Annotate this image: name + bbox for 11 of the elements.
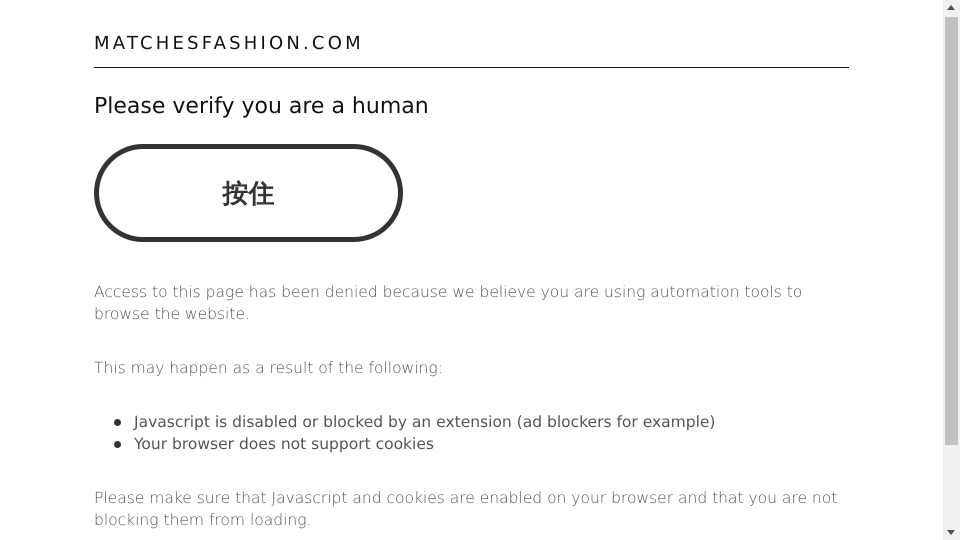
bullet-icon (114, 440, 121, 448)
reasons-intro: This may happen as a result of the following: (94, 358, 443, 379)
press-and-hold-button[interactable]: 按住 (94, 144, 403, 242)
site-logo: MATCHESFASHION.COM (94, 33, 364, 55)
instructions-text: Please make sure that Javascript and cookies are enabled on your browser and that you are not blocking them from loading. (94, 488, 838, 531)
reason-text: Your browser does not support cookies (134, 434, 434, 455)
page-heading: Please verify you are a human (94, 93, 429, 121)
reason-text: Javascript is disabled or blocked by an extension (ad blockers for example) (134, 412, 716, 433)
bullet-icon (114, 418, 121, 426)
denied-message: Access to this page has been denied because we believe you are using automation tools to browse the website. (94, 282, 804, 325)
scrollbar-drawing[interactable] (943, 0, 960, 540)
